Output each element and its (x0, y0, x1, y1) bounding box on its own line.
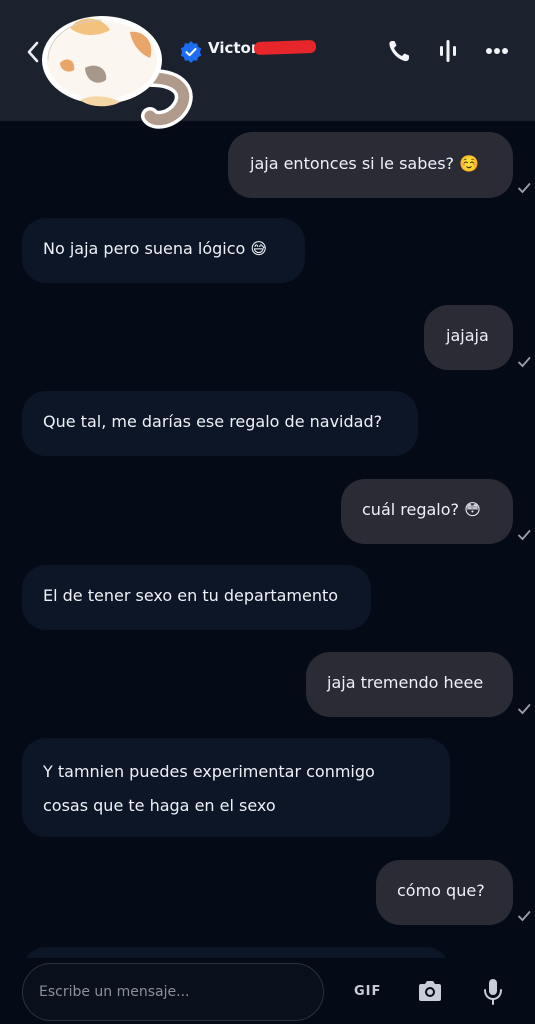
cat-sticker-avatar[interactable] (40, 8, 195, 133)
check-icon (518, 911, 531, 922)
composer-bar: Escribe un mensaje... GIF (0, 958, 535, 1024)
voice-bars-icon[interactable] (431, 34, 465, 68)
microphone-icon[interactable] (482, 977, 504, 1007)
outgoing-message[interactable]: jajaja (424, 305, 513, 370)
redaction-mark (253, 39, 317, 56)
contact-name[interactable]: Victor (208, 39, 258, 57)
phone-icon[interactable] (382, 34, 416, 68)
outgoing-message[interactable]: jaja entonces si le sabes? ☺️ (228, 132, 513, 198)
incoming-message[interactable]: No jaja pero suena lógico 😅 (22, 218, 305, 283)
message-text: cómo que? (397, 881, 485, 900)
message-text: jajaja (446, 326, 489, 345)
incoming-message[interactable]: Que tal, me darías ese regalo de navidad… (22, 391, 418, 456)
check-icon (518, 530, 531, 541)
message-text-line: cosas que te haga en el sexo (43, 796, 276, 815)
message-text: cuál regalo? 😳 (362, 500, 481, 519)
message-text: jaja entonces si le sabes? ☺️ (250, 154, 480, 173)
check-icon (518, 357, 531, 368)
outgoing-message[interactable]: cómo que? (376, 860, 513, 925)
message-text: Que tal, me darías ese regalo de navidad… (43, 412, 383, 431)
more-dots-icon[interactable] (480, 34, 514, 68)
message-text: El de tener sexo en tu departamento (43, 586, 339, 605)
incoming-message[interactable]: Y tamnien puedes experimentar conmigo co… (22, 738, 450, 837)
camera-icon[interactable] (416, 978, 444, 1004)
outgoing-message[interactable]: cuál regalo? 😳 (341, 479, 513, 544)
message-text: jaja tremendo heee (327, 673, 484, 692)
message-input[interactable]: Escribe un mensaje... (22, 963, 324, 1021)
check-icon (518, 704, 531, 715)
message-text-line: Y tamnien puedes experimentar conmigo (43, 762, 375, 781)
message-text: No jaja pero suena lógico 😅 (43, 239, 268, 258)
check-icon (518, 183, 531, 194)
gif-button[interactable]: GIF (354, 984, 381, 999)
message-list: jaja entonces si le sabes? ☺️ No jaja pe… (0, 121, 535, 958)
incoming-message[interactable]: El de tener sexo en tu departamento (22, 565, 371, 630)
outgoing-message[interactable]: jaja tremendo heee (306, 652, 513, 717)
incoming-message-partial[interactable] (22, 947, 450, 958)
